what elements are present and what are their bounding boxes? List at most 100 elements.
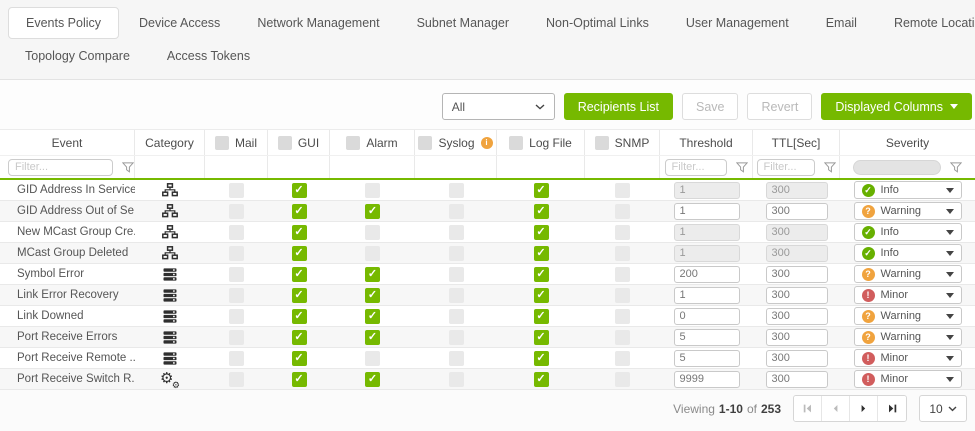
severity-select[interactable]: !Minor	[854, 370, 962, 388]
ttl-input[interactable]	[766, 266, 828, 283]
previous-page-button[interactable]	[822, 396, 850, 421]
table-row[interactable]: Link Error Recovery✓✓✓!Minor	[0, 285, 975, 306]
snmp-checkbox[interactable]	[615, 225, 630, 240]
table-row[interactable]: Port Receive Errors✓✓✓?Warning	[0, 327, 975, 348]
log_file-checkbox[interactable]: ✓	[534, 267, 549, 282]
ttl-sec-filter-input[interactable]	[757, 159, 815, 176]
log_file-checkbox[interactable]: ✓	[534, 309, 549, 324]
table-row[interactable]: GID Address In Service✓✓✓Info	[0, 180, 975, 201]
mail-checkbox[interactable]	[229, 204, 244, 219]
gui-checkbox[interactable]: ✓	[292, 372, 307, 387]
gui-checkbox[interactable]: ✓	[292, 267, 307, 282]
ttl-input[interactable]	[766, 329, 828, 346]
gui-checkbox[interactable]: ✓	[292, 225, 307, 240]
gui-checkbox[interactable]: ✓	[292, 246, 307, 261]
gui-checkbox[interactable]: ✓	[292, 309, 307, 324]
gui-checkbox[interactable]: ✓	[292, 330, 307, 345]
severity-select[interactable]: ?Warning	[854, 265, 962, 283]
snmp-checkbox[interactable]	[615, 267, 630, 282]
log_file-checkbox[interactable]: ✓	[534, 246, 549, 261]
tab-user-management[interactable]: User Management	[669, 8, 806, 38]
log_file-checkbox[interactable]: ✓	[534, 288, 549, 303]
recipients-list-button[interactable]: Recipients List	[564, 93, 673, 120]
snmp-checkbox[interactable]	[615, 351, 630, 366]
log_file-checkbox[interactable]: ✓	[534, 204, 549, 219]
syslog-checkbox[interactable]	[449, 372, 464, 387]
severity-select[interactable]: !Minor	[854, 349, 962, 367]
syslog-checkbox[interactable]	[449, 183, 464, 198]
alarm-checkbox[interactable]: ✓	[365, 288, 380, 303]
log_file-checkbox[interactable]: ✓	[534, 225, 549, 240]
table-row[interactable]: Link Downed✓✓✓?Warning	[0, 306, 975, 327]
snmp-checkbox[interactable]	[615, 183, 630, 198]
threshold-input[interactable]	[674, 308, 740, 325]
severity-select[interactable]: ✓Info	[854, 244, 962, 262]
syslog-checkbox[interactable]	[449, 204, 464, 219]
snmp-checkbox[interactable]	[615, 204, 630, 219]
first-page-button[interactable]	[794, 396, 822, 421]
last-page-button[interactable]	[878, 396, 906, 421]
snmp-header-checkbox[interactable]	[595, 136, 609, 150]
mail-header-checkbox[interactable]	[215, 136, 229, 150]
tab-device-access[interactable]: Device Access	[122, 8, 237, 38]
gui-checkbox[interactable]: ✓	[292, 288, 307, 303]
tab-access-tokens[interactable]: Access Tokens	[150, 41, 267, 71]
threshold-input[interactable]	[674, 266, 740, 283]
mail-checkbox[interactable]	[229, 288, 244, 303]
mail-checkbox[interactable]	[229, 351, 244, 366]
severity-select[interactable]: ?Warning	[854, 307, 962, 325]
syslog-checkbox[interactable]	[449, 246, 464, 261]
syslog-checkbox[interactable]	[449, 288, 464, 303]
mail-checkbox[interactable]	[229, 183, 244, 198]
snmp-checkbox[interactable]	[615, 372, 630, 387]
severity-select[interactable]: ?Warning	[854, 328, 962, 346]
log-file-header-checkbox[interactable]	[509, 136, 523, 150]
log_file-checkbox[interactable]: ✓	[534, 351, 549, 366]
mail-checkbox[interactable]	[229, 267, 244, 282]
snmp-checkbox[interactable]	[615, 330, 630, 345]
gui-header-checkbox[interactable]	[278, 136, 292, 150]
syslog-checkbox[interactable]	[449, 267, 464, 282]
events-filter-select[interactable]: All	[442, 93, 555, 120]
severity-select[interactable]: ?Warning	[854, 202, 962, 220]
syslog-checkbox[interactable]	[449, 309, 464, 324]
alarm-header-checkbox[interactable]	[346, 136, 360, 150]
tab-non-optimal-links[interactable]: Non-Optimal Links	[529, 8, 666, 38]
threshold-filter-input[interactable]	[665, 159, 727, 176]
table-row[interactable]: Port Receive Remote ...✓✓!Minor	[0, 348, 975, 369]
displayed-columns-button[interactable]: Displayed Columns	[821, 93, 972, 120]
log_file-checkbox[interactable]: ✓	[534, 372, 549, 387]
severity-select[interactable]: ✓Info	[854, 181, 962, 199]
tab-email[interactable]: Email	[809, 8, 874, 38]
threshold-input[interactable]	[674, 203, 740, 220]
funnel-icon[interactable]	[736, 162, 748, 173]
table-row[interactable]: Port Receive Switch R...⚙⚙✓✓✓!Minor	[0, 369, 975, 390]
alarm-checkbox[interactable]: ✓	[365, 330, 380, 345]
mail-checkbox[interactable]	[229, 225, 244, 240]
mail-checkbox[interactable]	[229, 372, 244, 387]
snmp-checkbox[interactable]	[615, 309, 630, 324]
syslog-header-checkbox[interactable]	[418, 136, 432, 150]
funnel-icon[interactable]	[950, 162, 962, 173]
tab-topology-compare[interactable]: Topology Compare	[8, 41, 147, 71]
tab-subnet-manager[interactable]: Subnet Manager	[400, 8, 526, 38]
table-row[interactable]: Symbol Error✓✓✓?Warning	[0, 264, 975, 285]
alarm-checkbox[interactable]: ✓	[365, 267, 380, 282]
revert-button[interactable]: Revert	[747, 93, 812, 120]
info-icon[interactable]: i	[481, 137, 493, 149]
alarm-checkbox[interactable]	[365, 183, 380, 198]
threshold-input[interactable]	[674, 329, 740, 346]
alarm-checkbox[interactable]: ✓	[365, 372, 380, 387]
alarm-checkbox[interactable]: ✓	[365, 309, 380, 324]
threshold-input[interactable]	[674, 287, 740, 304]
log_file-checkbox[interactable]: ✓	[534, 330, 549, 345]
tab-network-management[interactable]: Network Management	[240, 8, 396, 38]
syslog-checkbox[interactable]	[449, 351, 464, 366]
syslog-checkbox[interactable]	[449, 225, 464, 240]
log_file-checkbox[interactable]: ✓	[534, 183, 549, 198]
mail-checkbox[interactable]	[229, 330, 244, 345]
save-button[interactable]: Save	[682, 93, 739, 120]
event-filter-input[interactable]	[8, 159, 113, 176]
alarm-checkbox[interactable]: ✓	[365, 204, 380, 219]
ttl-input[interactable]	[766, 350, 828, 367]
